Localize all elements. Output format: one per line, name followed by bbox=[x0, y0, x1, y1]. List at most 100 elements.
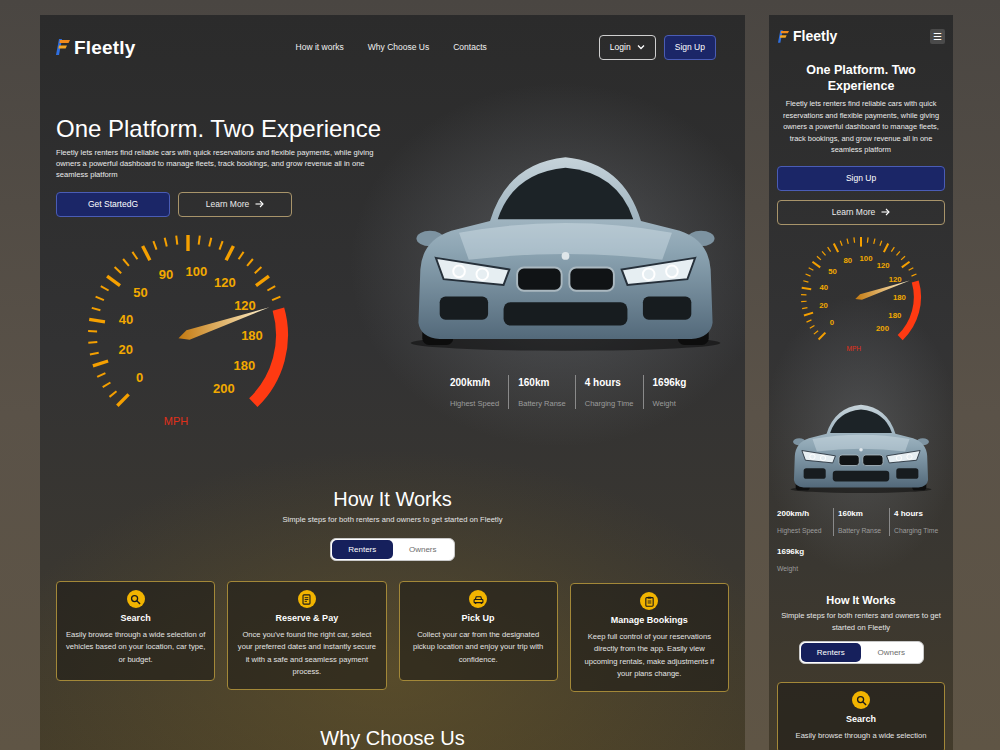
svg-text:180: 180 bbox=[241, 328, 263, 343]
nav-bar: Fleetly How it works Why Choose Us Contacts… bbox=[40, 15, 745, 67]
spec-item: 4 hours Charging Time bbox=[575, 375, 643, 409]
spec-item: 200km/h Highest Speed bbox=[777, 508, 833, 536]
hero-title: One Platform. Two Experience bbox=[56, 115, 401, 143]
section-subtitle: Simple steps for both renters and owners… bbox=[777, 610, 945, 633]
svg-text:120: 120 bbox=[889, 275, 903, 284]
toggle-tab[interactable]: Owners bbox=[393, 540, 454, 559]
car-icon bbox=[473, 594, 484, 605]
section-title: Why Choose Us bbox=[40, 726, 745, 750]
speedometer: 020405090100120120180180200MPH bbox=[78, 235, 298, 435]
svg-text:120: 120 bbox=[214, 275, 236, 290]
step-text: Collect your car from the designated pic… bbox=[407, 629, 550, 667]
spec-label: Weight bbox=[653, 398, 687, 409]
svg-text:80: 80 bbox=[843, 256, 852, 265]
gauge-needle bbox=[855, 280, 910, 299]
svg-text:50: 50 bbox=[828, 267, 837, 276]
spec-value: 160km bbox=[838, 508, 887, 520]
spec-label: Battery Ranse bbox=[518, 398, 566, 409]
spec-item: 1696kgWeight bbox=[643, 375, 696, 409]
spec-item: 160km Battery Ranse bbox=[508, 375, 575, 409]
svg-text:120: 120 bbox=[234, 298, 256, 313]
signup-button[interactable]: Sign Up bbox=[777, 166, 945, 191]
nav-links: How it works Why Choose Us Contacts bbox=[296, 41, 487, 54]
gauge-needle bbox=[179, 307, 270, 339]
spec-item: 160km Battery Ranse bbox=[833, 508, 889, 536]
svg-text:40: 40 bbox=[819, 283, 828, 292]
svg-text:180: 180 bbox=[893, 293, 907, 302]
desktop-page: Fleetly How it works Why Choose Us Contacts… bbox=[40, 15, 745, 750]
svg-text:200: 200 bbox=[876, 324, 890, 333]
login-button[interactable]: Login bbox=[599, 35, 656, 60]
spec-label: Highest Speed bbox=[777, 526, 831, 536]
svg-text:0: 0 bbox=[136, 369, 143, 384]
steps-row: SearchEasily browse through a wide selec… bbox=[40, 581, 745, 692]
spec-value: 200km/h bbox=[450, 375, 499, 390]
speedometer: 020405080100120120180180200MPH bbox=[795, 237, 927, 357]
specs-row: 200km/h Highest Speed 160km Battery Ranse4 … bbox=[777, 508, 945, 574]
step-title: Reserve & Pay bbox=[235, 612, 378, 626]
nav-link[interactable]: How it works bbox=[296, 41, 344, 54]
spec-value: 160km bbox=[518, 375, 566, 390]
menu-button[interactable]: ☰ bbox=[930, 29, 945, 44]
svg-text:120: 120 bbox=[877, 261, 891, 270]
how-it-works-section: How It Works Simple steps for both renter… bbox=[777, 594, 945, 750]
svg-text:40: 40 bbox=[119, 311, 133, 326]
step-title: Search bbox=[784, 713, 938, 727]
spec-value: 200km/h bbox=[777, 508, 831, 520]
spec-label: Weight bbox=[777, 564, 831, 574]
nav-link[interactable]: Contacts bbox=[453, 41, 487, 54]
svg-text:MPH: MPH bbox=[846, 345, 861, 352]
svg-text:100: 100 bbox=[186, 264, 208, 279]
svg-text:100: 100 bbox=[860, 254, 874, 263]
spec-label: Battery Ranse bbox=[838, 526, 887, 536]
svg-text:180: 180 bbox=[888, 310, 902, 319]
step-text: Easily browse through a wide selection bbox=[784, 730, 938, 743]
step-text: Keep full control of your reservations d… bbox=[578, 631, 721, 681]
spec-label: Highest Speed bbox=[450, 398, 499, 409]
signup-button[interactable]: Sign Up bbox=[664, 35, 716, 60]
brand-logo[interactable]: Fleetly bbox=[778, 29, 837, 43]
learn-more-button[interactable]: Learn More bbox=[178, 192, 292, 217]
svg-text:20: 20 bbox=[819, 301, 828, 310]
step-title: Manage Bookings bbox=[578, 614, 721, 628]
brand-logo[interactable]: Fleetly bbox=[56, 38, 136, 57]
nav-link[interactable]: Why Choose Us bbox=[368, 41, 429, 54]
spec-label: Charging Time bbox=[894, 526, 943, 536]
logo-icon bbox=[56, 39, 70, 55]
arrow-right-icon bbox=[255, 200, 264, 208]
spec-label: Charging Time bbox=[585, 398, 634, 409]
arrow-right-icon bbox=[881, 208, 890, 216]
step-card: SearchEasily browse through a wide selec… bbox=[56, 581, 215, 681]
spec-item: 200km/h Highest Speed bbox=[441, 375, 508, 409]
spec-value: 4 hours bbox=[585, 375, 634, 390]
clipboard-icon bbox=[644, 596, 655, 607]
step-title: Pick Up bbox=[407, 612, 550, 626]
hero-description: Fleetly lets renters find reliable cars … bbox=[777, 98, 945, 156]
logo-icon bbox=[778, 30, 789, 43]
step-card: Search Easily browse through a wide selec… bbox=[777, 682, 945, 750]
spec-value: 1696kg bbox=[777, 546, 831, 558]
specs-row: 200km/h Highest Speed 160km Battery Ranse 4 … bbox=[401, 375, 730, 409]
spec-item: 1696kg Weight bbox=[777, 546, 833, 574]
toggle-tab[interactable]: Renters bbox=[801, 643, 862, 662]
spec-item: 4 hoursCharging Time bbox=[889, 508, 945, 536]
nav-bar: Fleetly ☰ bbox=[769, 15, 953, 49]
user-type-toggle: RentersOwners bbox=[330, 538, 455, 561]
svg-text:180: 180 bbox=[234, 357, 256, 372]
toggle-tab[interactable]: Renters bbox=[332, 540, 393, 559]
svg-text:0: 0 bbox=[830, 317, 835, 326]
svg-text:50: 50 bbox=[133, 284, 147, 299]
step-card: Pick Up Collect your car from the designa… bbox=[399, 581, 558, 681]
mobile-page: Fleetly☰One Platform. Two ExperienceFlee… bbox=[769, 15, 953, 750]
svg-text:200: 200 bbox=[213, 380, 235, 395]
get-started-button[interactable]: Get StartedG bbox=[56, 192, 170, 217]
toggle-tab[interactable]: Owners bbox=[861, 643, 922, 662]
hero-section: One Platform. Two ExperienceFleetly lets… bbox=[40, 115, 745, 435]
section-title: How It Works bbox=[777, 594, 945, 607]
svg-text:MPH: MPH bbox=[164, 415, 189, 427]
section-title: How It Works bbox=[40, 487, 745, 511]
search-icon bbox=[856, 695, 867, 706]
receipt-icon bbox=[301, 594, 312, 605]
step-card: Reserve & PayOnce you've found the right… bbox=[227, 581, 386, 690]
learn-more-button[interactable]: Learn More bbox=[777, 200, 945, 225]
